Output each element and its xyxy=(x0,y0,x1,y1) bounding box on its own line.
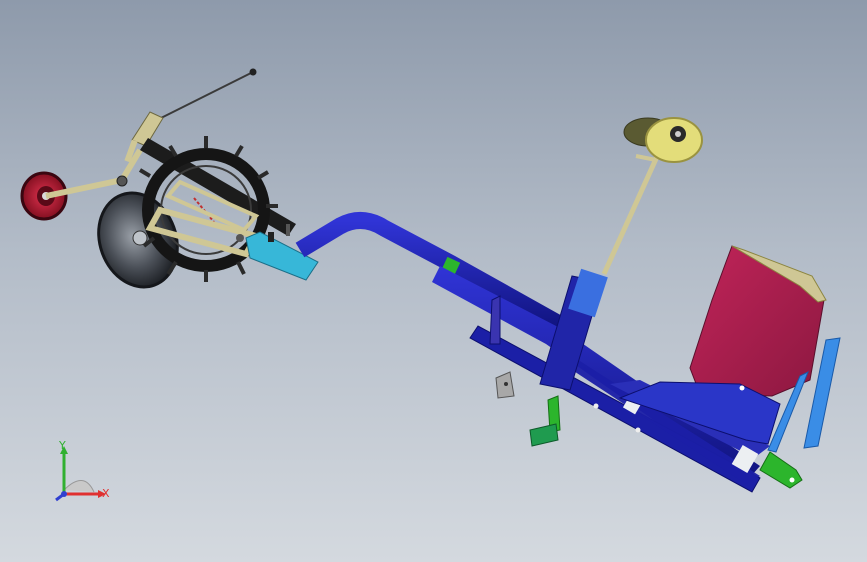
cad-viewport[interactable]: X Y xyxy=(0,0,867,562)
x-axis-label: X xyxy=(102,487,110,500)
tow-rod[interactable] xyxy=(156,68,257,121)
view-orientation-triad: X Y xyxy=(44,440,114,510)
model-3d-view[interactable] xyxy=(0,0,867,562)
triad-arc xyxy=(63,480,95,493)
mount-bracket[interactable] xyxy=(495,371,515,399)
foot-lever[interactable] xyxy=(529,395,561,447)
y-axis-label: Y xyxy=(59,439,66,452)
steering-column[interactable] xyxy=(539,148,663,391)
steering-wheel[interactable] xyxy=(623,117,703,163)
